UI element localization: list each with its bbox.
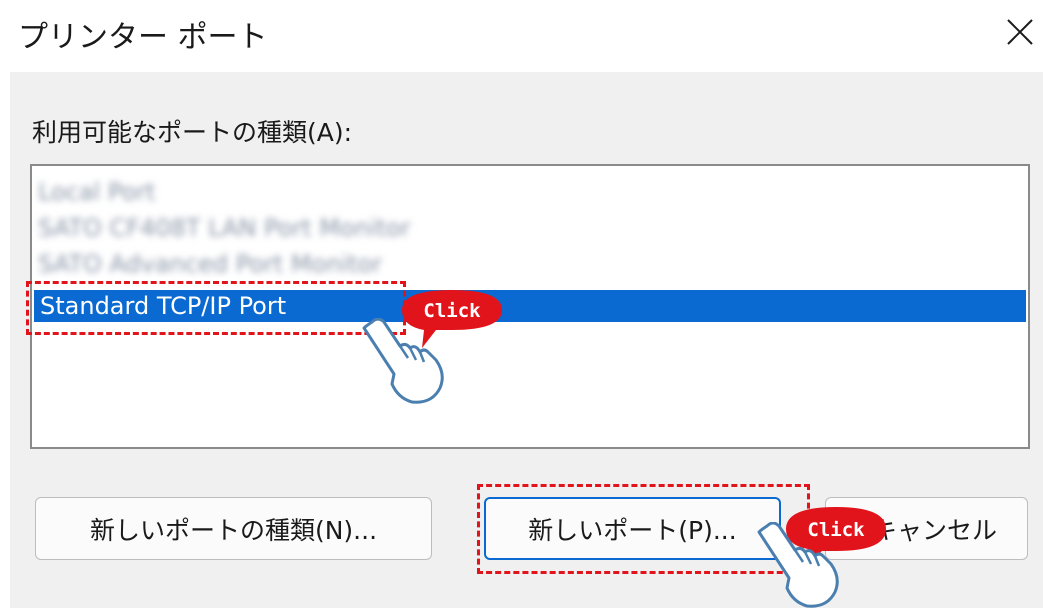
close-button[interactable] bbox=[1000, 10, 1040, 54]
dialog-title: プリンター ポート bbox=[18, 20, 268, 55]
highlight-box-tcpip bbox=[26, 281, 406, 335]
pointing-hand-icon bbox=[757, 522, 839, 608]
list-item-sato-advanced-port-monitor[interactable]: SATO Advanced Port Monitor bbox=[38, 248, 382, 280]
list-item-sato-lan-port-monitor[interactable]: SATO CF408T LAN Port Monitor bbox=[38, 212, 410, 244]
title-bar: プリンター ポート bbox=[0, 0, 1043, 72]
close-icon bbox=[1007, 19, 1033, 45]
available-ports-label: 利用可能なポートの種類(A): bbox=[32, 118, 353, 147]
pointing-hand-icon bbox=[362, 318, 444, 404]
new-port-type-button[interactable]: 新しいポートの種類(N)... bbox=[35, 497, 432, 560]
list-item-local-port[interactable]: Local Port bbox=[38, 176, 155, 208]
